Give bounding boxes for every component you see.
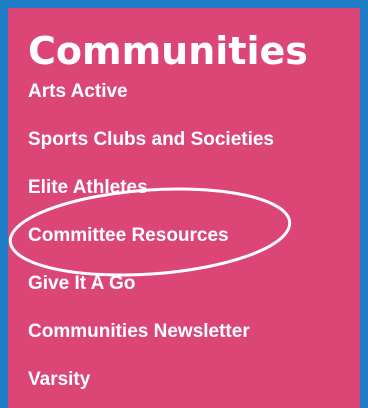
nav-item-give-it-a-go[interactable]: Give It A Go: [28, 260, 274, 308]
nav-item-committee-resources[interactable]: Committee Resources: [28, 212, 274, 260]
nav-item-varsity[interactable]: Varsity: [28, 356, 274, 404]
communities-menu-panel: Communities Arts Active Sports Clubs and…: [8, 8, 360, 408]
nav-item-arts-active[interactable]: Arts Active: [28, 68, 274, 116]
nav-item-sports-clubs-and-societies[interactable]: Sports Clubs and Societies: [28, 116, 274, 164]
nav-item-elite-athletes[interactable]: Elite Athletes: [28, 164, 274, 212]
communities-nav-list: Arts Active Sports Clubs and Societies E…: [28, 68, 274, 404]
nav-item-communities-newsletter[interactable]: Communities Newsletter: [28, 308, 274, 356]
page-background: Communities Arts Active Sports Clubs and…: [0, 0, 368, 408]
